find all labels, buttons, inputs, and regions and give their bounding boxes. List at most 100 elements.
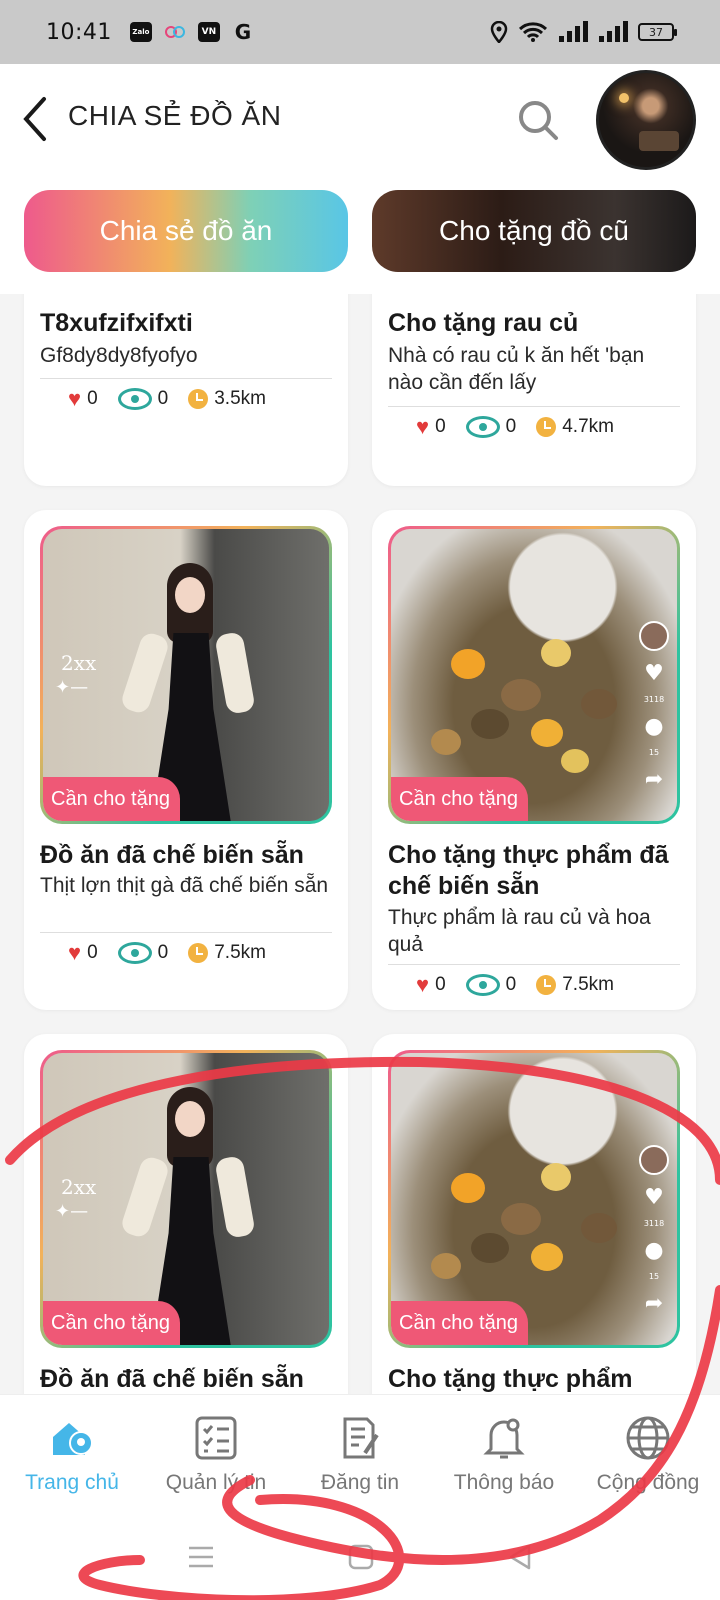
heart-icon: ♥ (68, 940, 82, 965)
post-card[interactable]: ♥ 3118 ● 15 ➦ Cần cho tặng Cho tặng thực… (372, 1034, 696, 1394)
views-count: 0 (505, 416, 517, 437)
status-badge: Cần cho tặng (391, 1301, 528, 1345)
sparkle-icon: ✦— (55, 1201, 89, 1222)
app-header: CHIA SẺ ĐỒ ĂN (0, 64, 720, 184)
post-description: Nhà có rau củ k ăn hết 'bạn nào cần đến … (388, 344, 645, 394)
nav-label: Đăng tin (320, 1471, 400, 1494)
views-count: 0 (157, 942, 169, 963)
signal-icon (559, 21, 588, 42)
user-avatar[interactable] (596, 70, 696, 170)
clock-icon (188, 943, 209, 963)
system-navigation-bar (0, 1514, 720, 1600)
share-icon: ➦ (644, 1291, 664, 1316)
post-card[interactable]: 2xx ✦— Cần cho tặng Đồ ăn đã chế biến sẵ… (24, 1034, 348, 1394)
divider (40, 932, 332, 933)
creator-avatar (639, 1145, 669, 1175)
video-side-actions: ♥ 3118 ● 15 ➦ (639, 621, 669, 791)
distance-stat: 7.5km (188, 942, 266, 964)
zalo-icon: Zalo (129, 22, 152, 42)
search-button[interactable] (516, 98, 560, 142)
creator-avatar (639, 621, 669, 651)
views-count: 0 (505, 974, 517, 995)
side-comment-count: 15 (648, 748, 660, 757)
pinwheel-app-icon (164, 22, 186, 42)
share-icon: ➦ (644, 767, 664, 792)
heart-icon: ♥ (416, 972, 430, 997)
category-tabs: Chia sẻ đồ ăn Cho tặng đồ cũ (0, 184, 720, 294)
distance-stat: 7.5km (536, 974, 614, 996)
tab-share-food[interactable]: Chia sẻ đồ ăn (24, 190, 348, 272)
post-title: Cho tặng thực phẩm (388, 1365, 633, 1393)
likes-count: 0 (435, 974, 446, 995)
tab-give-used-items[interactable]: Cho tặng đồ cũ (372, 190, 696, 272)
likes-stat: ♥ 0 (68, 386, 98, 412)
checklist-icon (193, 1415, 239, 1461)
eye-icon (465, 416, 500, 438)
post-card[interactable]: T8xufzifxifxti Gf8dy8dy8fyofyo ♥ 0 0 3.5k… (24, 294, 348, 486)
home-square-icon[interactable] (348, 1544, 374, 1570)
globe-icon (625, 1415, 671, 1461)
eye-icon (117, 388, 152, 410)
nav-home[interactable]: Trang chủ (0, 1395, 144, 1514)
clock-icon (536, 417, 557, 437)
post-card[interactable]: 2xx ✦— Cần cho tặng Đồ ăn đã chế biến sẵ… (24, 510, 348, 1010)
google-icon: G (234, 20, 252, 44)
menu-icon[interactable] (187, 1545, 215, 1569)
divider (40, 378, 332, 379)
views-count: 0 (157, 388, 169, 409)
likes-stat: ♥ 0 (68, 940, 98, 966)
post-card[interactable]: Cho tặng rau củ Nhà có rau củ k ăn hết '… (372, 294, 696, 486)
distance-value: 7.5km (214, 942, 266, 963)
post-image-frame: 2xx ✦— Cần cho tặng (40, 526, 332, 824)
back-triangle-icon[interactable] (507, 1543, 533, 1571)
wifi-icon (518, 22, 548, 42)
distance-value: 7.5km (562, 974, 614, 995)
battery-icon: 37 (638, 23, 677, 41)
post-image-frame: ♥ 3118 ● 15 ➦ Cần cho tặng (388, 526, 680, 824)
chevron-left-icon (23, 97, 46, 141)
likes-stat: ♥ 0 (416, 972, 446, 998)
post-description: Gf8dy8dy8fyofyo (40, 344, 198, 367)
page-title: CHIA SẺ ĐỒ ĂN (68, 100, 282, 131)
image-watermark: 2xx (61, 651, 97, 675)
post-image-frame: ♥ 3118 ● 15 ➦ Cần cho tặng (388, 1050, 680, 1348)
nav-label: Cộng đồng (596, 1471, 700, 1494)
nav-notifications[interactable]: Thông báo (432, 1395, 576, 1514)
post-card[interactable]: ♥ 3118 ● 15 ➦ Cần cho tặng Cho tặng thực… (372, 510, 696, 1010)
nav-manage-posts[interactable]: Quản lý tin (144, 1395, 288, 1514)
signal-icon-2 (599, 21, 628, 42)
status-bar: 10:41 Zalo VN G 37 (0, 0, 720, 64)
eye-icon (117, 942, 152, 964)
post-image: ♥ 3118 ● 15 ➦ Cần cho tặng (391, 1053, 677, 1345)
distance-value: 4.7km (562, 416, 614, 437)
side-comment-count: 15 (648, 1272, 660, 1281)
eye-icon (465, 974, 500, 996)
distance-value: 3.5km (214, 388, 266, 409)
status-badge: Cần cho tặng (391, 777, 528, 821)
divider (388, 406, 680, 407)
likes-count: 0 (435, 416, 446, 437)
post-description: Thực phẩm là rau củ và hoa quả (388, 906, 651, 956)
nav-label: Quản lý tin (165, 1471, 267, 1494)
post-feed[interactable]: T8xufzifxifxti Gf8dy8dy8fyofyo ♥ 0 0 3.5k… (0, 294, 720, 1394)
nav-label: Thông báo (453, 1471, 555, 1494)
nav-community[interactable]: Cộng đồng (576, 1395, 720, 1514)
post-image: ♥ 3118 ● 15 ➦ Cần cho tặng (391, 529, 677, 821)
status-indicators: 37 (490, 21, 677, 43)
nav-post[interactable]: Đăng tin (288, 1395, 432, 1514)
distance-stat: 3.5km (188, 388, 266, 410)
post-title: Đồ ăn đã chế biến sẵn (40, 841, 304, 869)
edit-document-icon (337, 1415, 383, 1461)
views-stat: 0 (465, 974, 517, 996)
heart-icon: ♥ (68, 386, 82, 411)
post-image: 2xx ✦— Cần cho tặng (43, 529, 329, 821)
back-button[interactable] (20, 94, 60, 144)
bell-icon (481, 1415, 527, 1461)
distance-stat: 4.7km (536, 416, 614, 438)
clock-icon (188, 389, 209, 409)
likes-count: 0 (87, 388, 98, 409)
heart-icon: ♥ (644, 661, 664, 686)
views-stat: 0 (465, 416, 517, 438)
status-badge: Cần cho tặng (43, 1301, 180, 1345)
post-image: 2xx ✦— Cần cho tặng (43, 1053, 329, 1345)
